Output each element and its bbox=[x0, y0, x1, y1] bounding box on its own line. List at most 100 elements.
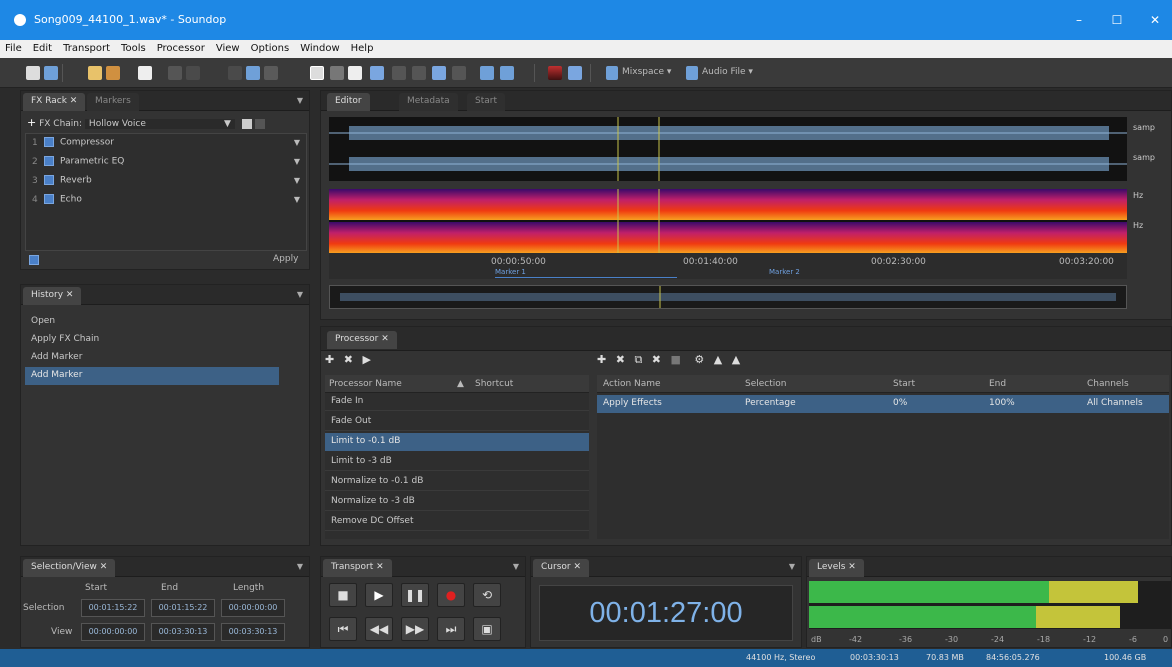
zoom-selection-icon[interactable] bbox=[432, 66, 446, 80]
tab-start[interactable]: Start bbox=[467, 93, 505, 111]
menu-file[interactable]: File bbox=[0, 40, 28, 54]
waveform-display[interactable] bbox=[329, 117, 1127, 181]
pause-button[interactable]: ❚❚ bbox=[401, 583, 429, 607]
rewind-button[interactable]: ◀◀ bbox=[365, 617, 393, 641]
col-action-name[interactable]: Action Name bbox=[603, 379, 661, 389]
minimize-button[interactable]: – bbox=[1064, 10, 1094, 30]
copy-icon[interactable] bbox=[246, 66, 260, 80]
panel-menu-icon[interactable]: ▼ bbox=[297, 290, 303, 299]
tab-history[interactable]: History ✕ bbox=[23, 287, 82, 305]
processor-item[interactable]: Limit to -3 dB bbox=[325, 453, 589, 471]
menu-transport[interactable]: Transport bbox=[58, 40, 116, 54]
add-action-icon[interactable]: ✚ bbox=[597, 353, 606, 366]
remove-action-icon[interactable]: ✖ bbox=[616, 353, 625, 366]
zoom-reset-icon[interactable] bbox=[500, 66, 514, 80]
processor-item[interactable]: Normalize to -0.1 dB bbox=[325, 473, 589, 491]
zoom-out-icon[interactable] bbox=[392, 66, 406, 80]
zoom-fit-icon[interactable] bbox=[480, 66, 494, 80]
fx-item-echo[interactable]: 4 Echo ▼ bbox=[26, 191, 306, 209]
marquee-icon[interactable] bbox=[330, 66, 344, 80]
maximize-button[interactable]: ☐ bbox=[1102, 10, 1132, 30]
cursor-time-display[interactable]: 00:01:27:00 bbox=[539, 585, 793, 641]
power-icon[interactable] bbox=[44, 137, 54, 147]
fx-item-parametric-eq[interactable]: 2 Parametric EQ ▼ bbox=[26, 153, 306, 171]
copy-action-icon[interactable]: ⧉ bbox=[634, 353, 642, 366]
close-button[interactable]: ✕ bbox=[1140, 10, 1170, 30]
tab-markers[interactable]: Markers bbox=[87, 93, 139, 111]
tab-transport[interactable]: Transport ✕ bbox=[323, 559, 392, 577]
chevron-down-icon[interactable]: ▼ bbox=[294, 176, 300, 185]
redo-icon[interactable] bbox=[186, 66, 200, 80]
clear-actions-icon[interactable]: ✖ bbox=[652, 353, 661, 366]
power-icon[interactable] bbox=[44, 175, 54, 185]
add-processor-icon[interactable]: ✚ bbox=[325, 353, 334, 366]
tab-metadata[interactable]: Metadata bbox=[399, 93, 458, 111]
open-icon[interactable] bbox=[44, 66, 58, 80]
selection-start-field[interactable]: 00:01:15:22 bbox=[81, 599, 145, 617]
col-selection[interactable]: Selection bbox=[745, 379, 786, 389]
processor-item[interactable]: Remove DC Offset bbox=[325, 513, 589, 531]
remove-processor-icon[interactable]: ✖ bbox=[344, 353, 353, 366]
chevron-down-icon[interactable]: ▼ bbox=[294, 157, 300, 166]
audio-file-dropdown[interactable]: Audio File ▾ bbox=[702, 67, 753, 77]
fx-item-compressor[interactable]: 1 Compressor ▼ bbox=[26, 134, 306, 152]
save-processor-icon[interactable]: ▲ bbox=[714, 353, 722, 366]
processor-item[interactable]: Normalize to -3 dB bbox=[325, 493, 589, 511]
col-shortcut[interactable]: Shortcut bbox=[475, 379, 513, 389]
selection-length-field[interactable]: 00:00:00:00 bbox=[221, 599, 285, 617]
panel-menu-icon[interactable]: ▼ bbox=[297, 562, 303, 571]
menu-options[interactable]: Options bbox=[246, 40, 296, 54]
save-icon[interactable] bbox=[138, 66, 152, 80]
timeline-ruler[interactable]: 00:00:50:00 00:01:40:00 00:02:30:00 00:0… bbox=[329, 253, 1127, 279]
panel-menu-icon[interactable]: ▼ bbox=[297, 96, 303, 105]
history-item-selected[interactable]: Add Marker bbox=[25, 367, 279, 385]
power-icon[interactable] bbox=[44, 156, 54, 166]
paste-icon[interactable] bbox=[264, 66, 278, 80]
zoom-vertical-icon[interactable] bbox=[452, 66, 466, 80]
time-selection-icon[interactable] bbox=[310, 66, 324, 80]
panel-menu-icon[interactable]: ▼ bbox=[513, 562, 519, 571]
menu-edit[interactable]: Edit bbox=[28, 40, 58, 54]
menu-view[interactable]: View bbox=[211, 40, 246, 54]
menu-processor[interactable]: Processor bbox=[152, 40, 211, 54]
history-item[interactable]: Apply FX Chain bbox=[25, 331, 305, 349]
marker-1-label[interactable]: Marker 1 bbox=[495, 268, 526, 276]
action-row[interactable]: Apply Effects Percentage 0% 100% All Cha… bbox=[597, 395, 1169, 413]
power-icon[interactable] bbox=[44, 194, 54, 204]
overview-navigator[interactable] bbox=[329, 285, 1127, 309]
view-start-field[interactable]: 00:00:00:00 bbox=[81, 623, 145, 641]
tab-levels[interactable]: Levels ✕ bbox=[809, 559, 864, 577]
view-length-field[interactable]: 00:03:30:13 bbox=[221, 623, 285, 641]
apply-button[interactable]: Apply bbox=[273, 254, 298, 264]
delete-action-icon[interactable]: ■ bbox=[671, 353, 681, 366]
run-processor-icon[interactable]: ▶ bbox=[362, 353, 370, 366]
fx-item-reverb[interactable]: 3 Reverb ▼ bbox=[26, 172, 306, 190]
waveform-view-icon[interactable] bbox=[568, 66, 582, 80]
go-to-start-button[interactable]: ⏮ bbox=[329, 617, 357, 641]
chevron-down-icon[interactable]: ▼ bbox=[294, 138, 300, 147]
cut-icon[interactable] bbox=[228, 66, 242, 80]
new-project-icon[interactable] bbox=[88, 66, 102, 80]
history-item[interactable]: Open bbox=[25, 313, 305, 331]
spectral-view-icon[interactable] bbox=[548, 66, 562, 80]
tab-editor[interactable]: Editor bbox=[327, 93, 370, 111]
processor-item[interactable]: Fade Out bbox=[325, 413, 589, 431]
panel-menu-icon[interactable]: ▼ bbox=[789, 562, 795, 571]
go-to-end-button[interactable]: ⏭ bbox=[437, 617, 465, 641]
marker-2-label[interactable]: Marker 2 bbox=[769, 268, 800, 276]
magnet-icon[interactable] bbox=[348, 66, 362, 80]
zoom-full-icon[interactable] bbox=[412, 66, 426, 80]
tab-processor[interactable]: Processor ✕ bbox=[327, 331, 397, 349]
audio-file-icon[interactable] bbox=[686, 66, 698, 80]
power-all-icon[interactable] bbox=[29, 255, 39, 265]
play-button[interactable]: ▶ bbox=[365, 583, 393, 607]
add-effect-icon[interactable]: + bbox=[27, 116, 36, 129]
mixspace-dropdown[interactable]: Mixspace ▾ bbox=[622, 67, 671, 77]
processor-item[interactable]: Fade In bbox=[325, 393, 589, 411]
save-chain-icon[interactable] bbox=[241, 118, 252, 129]
chevron-down-icon[interactable]: ▼ bbox=[294, 195, 300, 204]
view-end-field[interactable]: 00:03:30:13 bbox=[151, 623, 215, 641]
fast-forward-button[interactable]: ▶▶ bbox=[401, 617, 429, 641]
selection-end-field[interactable]: 00:01:15:22 bbox=[151, 599, 215, 617]
mixspace-icon[interactable] bbox=[606, 66, 618, 80]
